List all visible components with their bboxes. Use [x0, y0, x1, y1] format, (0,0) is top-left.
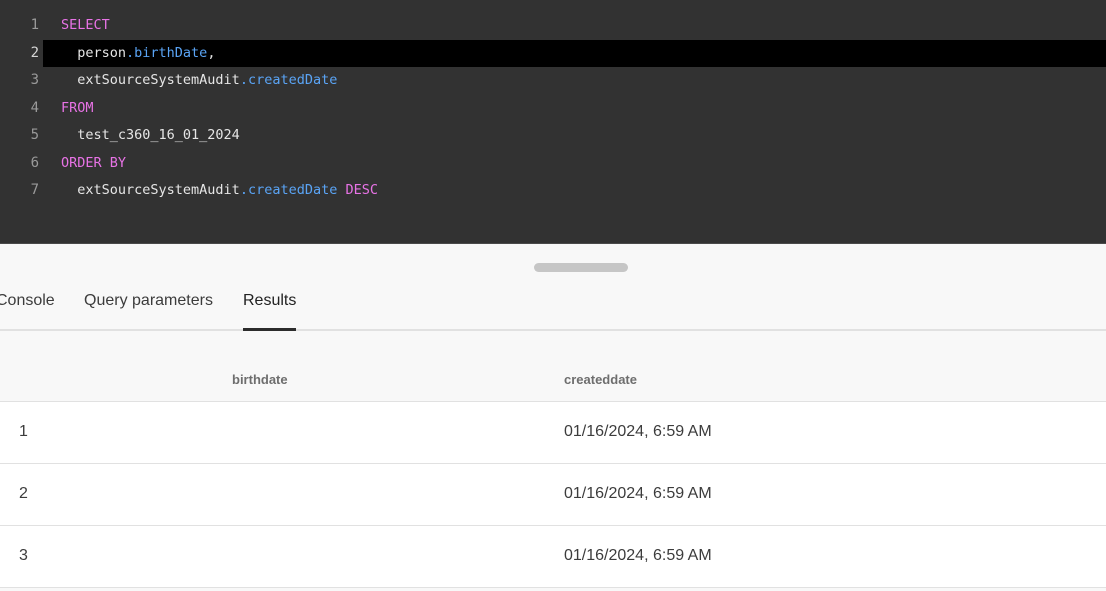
column-header-birthdate[interactable]: birthdate [232, 372, 288, 387]
code-text[interactable]: FROM [43, 95, 1106, 122]
code-text[interactable]: extSourceSystemAudit.createdDate DESC [43, 177, 1106, 204]
identifier: extSourceSystemAudit [61, 72, 240, 88]
code-line[interactable]: 2 person.birthDate, [0, 39, 1106, 67]
results-table: 1 01/16/2024, 6:59 AM 2 01/16/2024, 6:59… [0, 401, 1106, 588]
row-index: 1 [19, 423, 28, 440]
createddate-cell: 01/16/2024, 6:59 AM [564, 485, 712, 502]
table-row[interactable]: 1 01/16/2024, 6:59 AM [0, 402, 1106, 464]
sql-keyword: ORDER BY [61, 154, 127, 171]
code-line[interactable]: 6 ORDER BY [0, 150, 1106, 177]
code-text[interactable]: extSourceSystemAudit.createdDate [43, 67, 1106, 94]
sql-editor[interactable]: 1 SELECT 2 person.birthDate, 3 extSourceSys… [0, 0, 1106, 244]
line-number: 4 [30, 99, 39, 116]
table-row[interactable]: 3 01/16/2024, 6:59 AM [0, 526, 1106, 588]
column-header-createddate[interactable]: createddate [564, 372, 637, 387]
identifier: , [207, 44, 216, 61]
code-line[interactable]: 5 test_c360_16_01_2024 [0, 122, 1106, 149]
line-number: 1 [30, 17, 39, 33]
table-row[interactable]: 2 01/16/2024, 6:59 AM [0, 464, 1106, 526]
identifier: test_c360_16_01_2024 [61, 127, 240, 143]
line-number: 6 [30, 154, 39, 171]
field-name: .birthDate [126, 44, 208, 61]
createddate-cell: 01/16/2024, 6:59 AM [564, 547, 712, 564]
sql-keyword: FROM [61, 99, 94, 116]
tab-console[interactable]: Console [0, 291, 55, 329]
field-name: .createdDate [239, 72, 338, 88]
code-text[interactable]: ORDER BY [43, 150, 1106, 177]
identifier: extSourceSystemAudit [61, 182, 240, 198]
sql-keyword: DESC [337, 182, 378, 198]
line-number: 3 [30, 72, 39, 88]
panel-tabs: Console Query parameters Results [0, 245, 1106, 331]
field-name: .createdDate [239, 182, 338, 198]
row-index: 3 [19, 547, 28, 564]
line-number: 2 [30, 44, 39, 61]
code-text[interactable]: person.birthDate, [43, 39, 1106, 67]
bottom-panel: Console Query parameters Results birthda… [0, 245, 1106, 591]
code-line[interactable]: 3 extSourceSystemAudit.createdDate [0, 67, 1106, 94]
code-text[interactable]: test_c360_16_01_2024 [43, 122, 1106, 149]
code-line[interactable]: 4 FROM [0, 95, 1106, 122]
row-index: 2 [19, 485, 28, 502]
code-line[interactable]: 1 SELECT [0, 12, 1106, 39]
code-line[interactable]: 7 extSourceSystemAudit.createdDate DESC [0, 177, 1106, 204]
code-text[interactable]: SELECT [43, 12, 1106, 39]
line-number: 5 [30, 127, 39, 143]
tab-results[interactable]: Results [243, 291, 297, 331]
sql-keyword: SELECT [61, 17, 110, 33]
createddate-cell: 01/16/2024, 6:59 AM [564, 423, 712, 440]
tab-query-parameters[interactable]: Query parameters [84, 291, 213, 329]
identifier: person [61, 44, 127, 61]
line-number: 7 [30, 182, 39, 198]
